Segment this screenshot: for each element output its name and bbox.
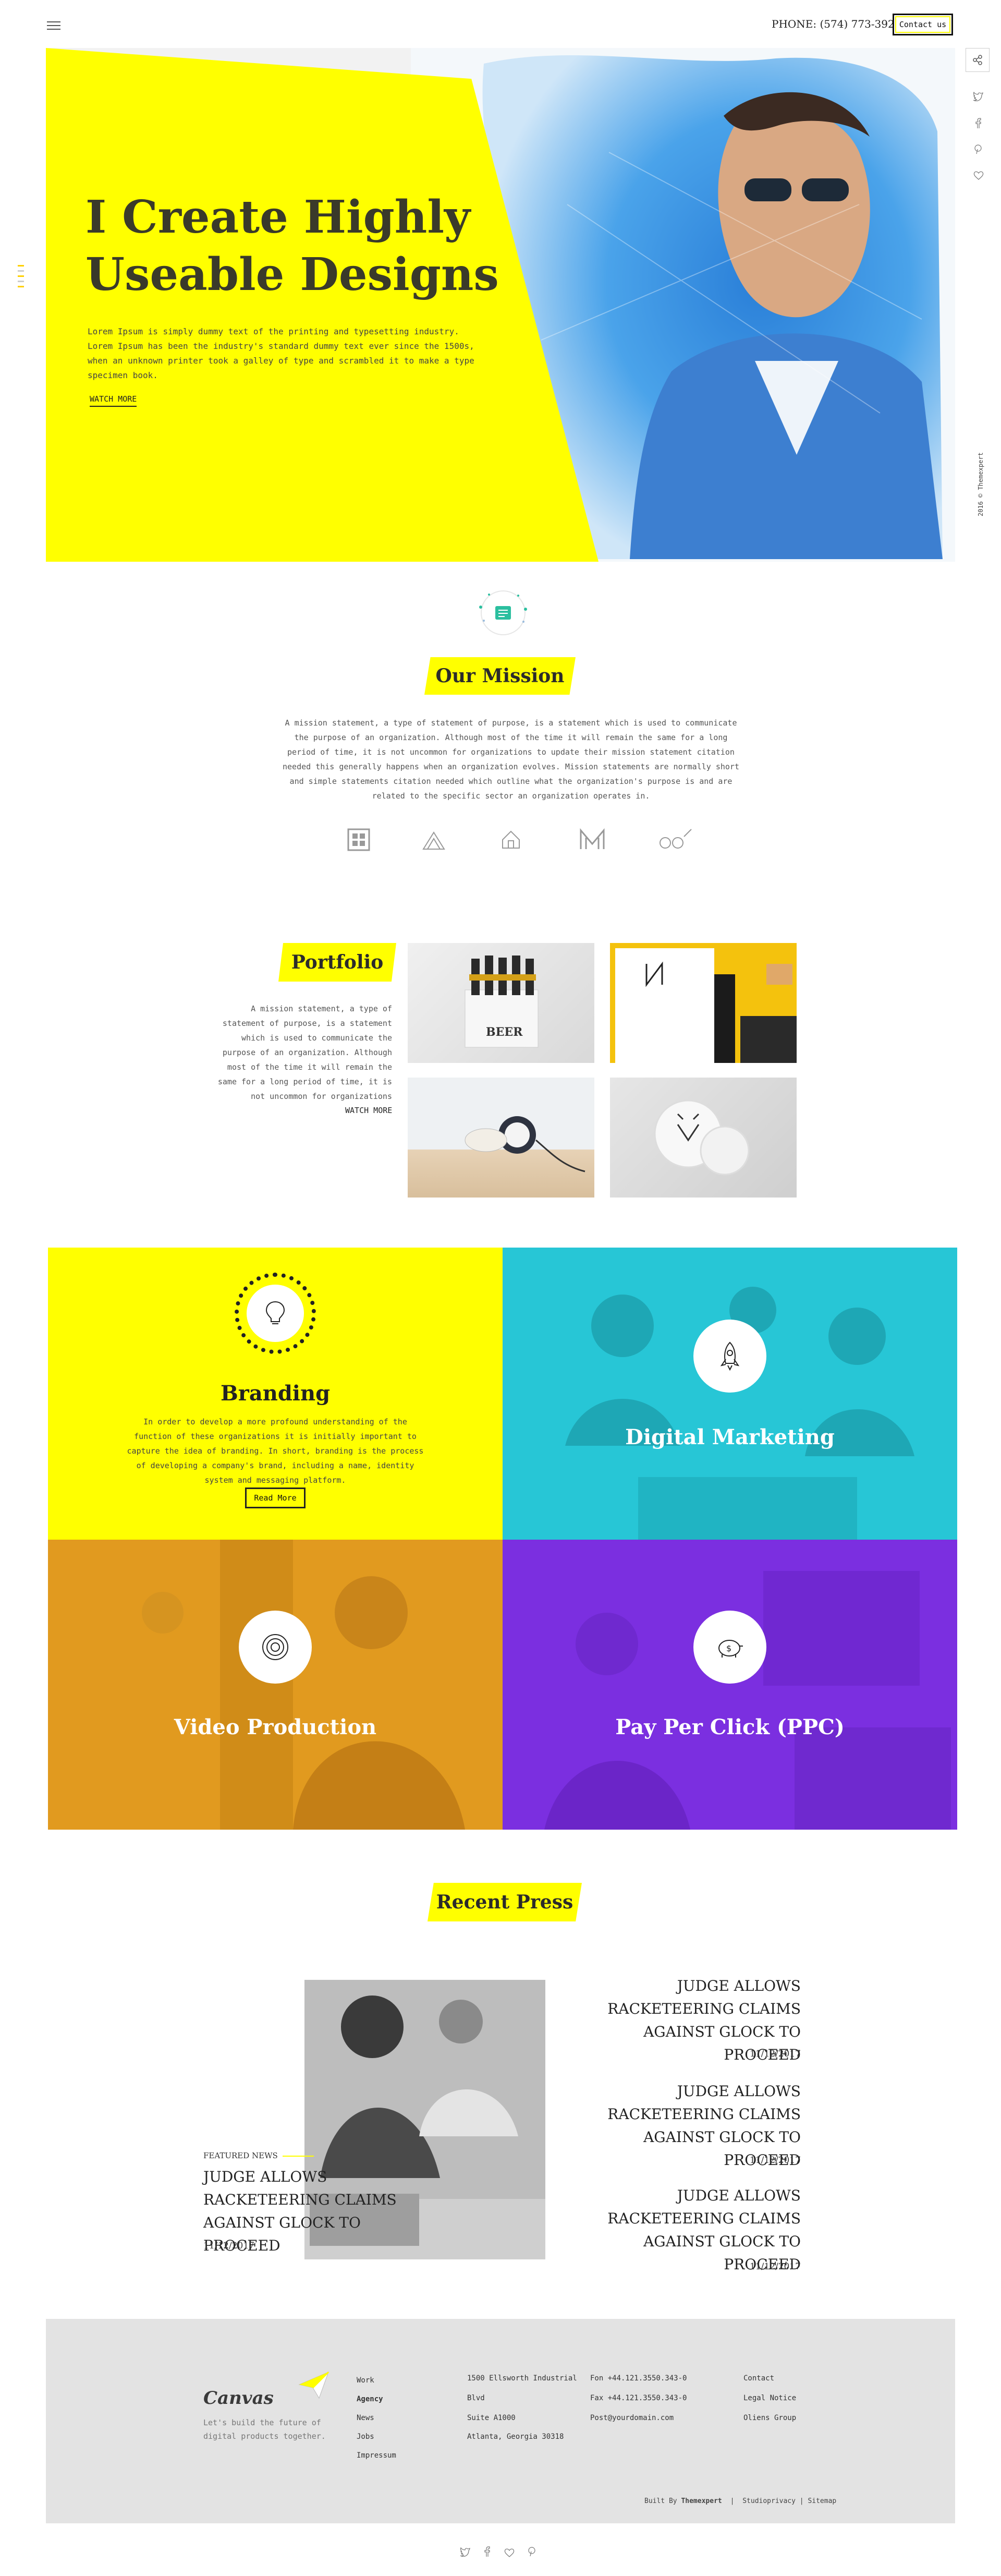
service-branding: Branding In order to develop a more prof…: [48, 1248, 503, 1540]
featured-news-date: 11/12/2017: [203, 2241, 254, 2251]
hero-title-line1: I Create Highly: [86, 191, 470, 244]
film-reel-icon: [239, 1611, 312, 1684]
footer-link[interactable]: Legal Notice: [743, 2394, 796, 2402]
svg-text:$: $: [726, 1643, 731, 1653]
built-by-name[interactable]: Themexpert: [681, 2497, 722, 2505]
pinterest-icon[interactable]: [973, 144, 983, 154]
hero-title-line2: Useable Designs: [86, 248, 499, 301]
footer-legal-links[interactable]: Studioprivacy | Sitemap: [742, 2497, 836, 2505]
footer-address-line: Blvd: [467, 2394, 485, 2402]
client-logo-grid: [347, 828, 370, 851]
twitter-icon[interactable]: [973, 91, 983, 102]
footer-nav-link[interactable]: Impressum: [357, 2451, 396, 2460]
digital-marketing-title: Digital Marketing: [625, 1425, 835, 1449]
piggy-bank-icon: $: [693, 1611, 766, 1684]
paper-plane-icon: [298, 2371, 329, 2399]
bottom-social-icons: [460, 2546, 543, 2559]
footer-brand: Canvas: [203, 2388, 274, 2409]
featured-news-line: [283, 2156, 314, 2157]
side-dashes-decoration: [18, 265, 24, 287]
twitter-icon[interactable]: [460, 2547, 470, 2557]
team-photo-purple: [544, 1571, 951, 1830]
client-logo-mountain: [422, 831, 445, 850]
service-pay-per-click: $ Pay Per Click (PPC): [503, 1540, 957, 1830]
mission-heading: Our Mission: [424, 657, 576, 695]
beer-box-label: BEER: [486, 1025, 523, 1039]
portfolio-tile-beer[interactable]: BEER: [408, 943, 594, 1063]
team-photo-cyan: [565, 1287, 914, 1540]
client-logo-spoon: [660, 829, 692, 849]
hero-watch-more-link[interactable]: WATCH MORE: [90, 394, 137, 407]
pay-per-click-title: Pay Per Click (PPC): [615, 1715, 845, 1739]
footer-address-line: 1500 Ellsworth Industrial: [467, 2374, 577, 2383]
footer-nav-link[interactable]: Jobs: [357, 2433, 374, 2441]
portfolio-tile-caps[interactable]: [610, 1078, 797, 1198]
rocket-icon: [693, 1320, 766, 1393]
hero-description: Lorem Ipsum is simply dummy text of the …: [88, 326, 474, 380]
press-item-date: 11/12/2017: [750, 2049, 801, 2059]
portfolio-text: A mission statement, a type of statement…: [217, 1004, 392, 1101]
portfolio-tile-stationery[interactable]: [610, 943, 797, 1063]
read-more-button[interactable]: Read More: [245, 1487, 306, 1508]
contact-button[interactable]: Contact us: [893, 14, 953, 35]
branding-title: Branding: [220, 1381, 331, 1406]
built-by-prefix: Built By: [644, 2497, 677, 2505]
portfolio-watch-more-link[interactable]: WATCH MORE: [345, 1106, 392, 1117]
service-video-production: Video Production: [48, 1540, 503, 1830]
dribbble-icon[interactable]: [504, 2547, 515, 2558]
service-digital-marketing: Digital Marketing: [503, 1248, 957, 1540]
footer-address-line: Suite A1000: [467, 2414, 516, 2422]
video-production-title: Video Production: [174, 1715, 377, 1739]
footer: Canvas Let's build the future of digital…: [46, 2319, 955, 2523]
footer-address-line: Atlanta, Georgia 30318: [467, 2433, 564, 2441]
portfolio-heading: Portfolio: [278, 943, 396, 982]
facebook-icon[interactable]: [975, 118, 981, 128]
press-item-date: 11/12/2017: [750, 2155, 801, 2166]
menu-icon[interactable]: [47, 19, 60, 32]
mission-badge-icon: [474, 584, 532, 642]
client-logo-monogram: [580, 828, 605, 849]
footer-link[interactable]: Contact: [743, 2374, 774, 2383]
mission-text: A mission statement, a type of statement…: [283, 718, 739, 801]
header-phone: PHONE: (574) 773-3928: [772, 18, 901, 30]
footer-nav-link[interactable]: Work: [357, 2376, 374, 2385]
footer-contact-line[interactable]: Post@yourdomain.com: [590, 2414, 674, 2422]
copyright-vertical: 2016 © Themexpert: [977, 452, 984, 516]
client-logos: [344, 824, 699, 855]
footer-contact-line: Fon +44.121.3550.343-0: [590, 2374, 687, 2383]
man-photo-orange: [142, 1540, 465, 1830]
press-heading: Recent Press: [428, 1883, 582, 1921]
facebook-icon[interactable]: [484, 2546, 490, 2557]
portfolio-tile-headphones[interactable]: [408, 1078, 594, 1198]
footer-credits: Built By Themexpert | Studioprivacy | Si…: [644, 2497, 837, 2505]
press-item-date: 11/12/2017: [750, 2261, 801, 2272]
share-icon[interactable]: [966, 48, 990, 72]
footer-contact-line: Fax +44.121.3550.343-0: [590, 2394, 687, 2402]
footer-nav-link[interactable]: Agency: [357, 2395, 383, 2403]
hero-section: I Create Highly Useable Designs Lorem Ip…: [46, 48, 955, 562]
pinterest-icon[interactable]: [527, 2546, 537, 2557]
branding-text: In order to develop a more profound unde…: [127, 1417, 424, 1485]
footer-tagline: Let's build the future of digital produc…: [203, 2418, 326, 2441]
client-logo-house: [502, 830, 520, 849]
featured-news-label: FEATURED NEWS: [203, 2151, 278, 2160]
dribbble-icon[interactable]: [973, 170, 984, 180]
lightbulb-icon: [235, 1273, 316, 1354]
footer-nav-link[interactable]: News: [357, 2414, 374, 2422]
footer-link[interactable]: Oliens Group: [743, 2414, 796, 2422]
